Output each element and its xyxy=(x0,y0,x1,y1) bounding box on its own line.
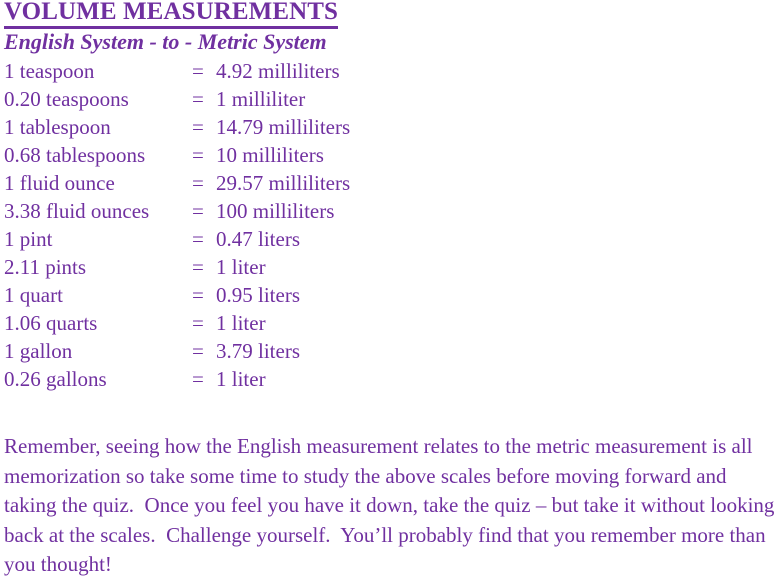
equals-cell: = xyxy=(192,143,204,167)
english-unit-cell: 1 tablespoon xyxy=(4,115,111,139)
volume-measurements-page: VOLUME MEASUREMENTS English System - to … xyxy=(0,0,783,579)
metric-unit-cell: 1 liter xyxy=(216,367,266,391)
metric-unit-cell: 4.92 milliliters xyxy=(216,59,340,83)
metric-unit-cell: 100 milliliters xyxy=(216,199,335,223)
english-unit-cell: 1 quart xyxy=(4,283,63,307)
english-unit-cell: 1 gallon xyxy=(4,339,73,363)
metric-unit-cell: 10 milliliters xyxy=(216,143,324,167)
english-unit-cell: 1 fluid ounce xyxy=(4,171,115,195)
equals-cell: = xyxy=(192,367,204,391)
table-row: 0.26 gallons = 1 liter xyxy=(4,365,350,393)
conversion-table: 1 teaspoon = 4.92 milliliters 0.20 teasp… xyxy=(4,57,350,393)
english-unit-cell: 0.68 tablespoons xyxy=(4,143,146,167)
metric-unit-cell: 3.79 liters xyxy=(216,339,300,363)
table-row: 3.38 fluid ounces = 100 milliliters xyxy=(4,197,350,225)
title-block: VOLUME MEASUREMENTS xyxy=(4,0,339,29)
table-row: 2.11 pints = 1 liter xyxy=(4,253,350,281)
equals-cell: = xyxy=(192,199,204,223)
table-row: 1 quart = 0.95 liters xyxy=(4,281,350,309)
metric-unit-cell: 0.47 liters xyxy=(216,227,300,251)
english-unit-cell: 1 teaspoon xyxy=(4,59,95,83)
equals-cell: = xyxy=(192,227,204,251)
table-row: 1 gallon = 3.79 liters xyxy=(4,337,350,365)
closing-paragraph: Remember, seeing how the English measure… xyxy=(4,434,780,576)
equals-cell: = xyxy=(192,115,204,139)
english-unit-cell: 2.11 pints xyxy=(4,255,87,279)
equals-cell: = xyxy=(192,87,204,111)
table-row: 0.20 teaspoons = 1 milliliter xyxy=(4,85,350,113)
equals-cell: = xyxy=(192,171,204,195)
english-unit-cell: 1 pint xyxy=(4,227,53,251)
table-row: 1 pint = 0.47 liters xyxy=(4,225,350,253)
page-title: VOLUME MEASUREMENTS xyxy=(4,0,339,29)
english-unit-cell: 0.26 gallons xyxy=(4,367,107,391)
equals-cell: = xyxy=(192,283,204,307)
metric-unit-cell: 1 liter xyxy=(216,311,266,335)
metric-unit-cell: 14.79 milliliters xyxy=(216,115,351,139)
equals-cell: = xyxy=(192,311,204,335)
metric-unit-cell: 1 milliliter xyxy=(216,87,306,111)
equals-cell: = xyxy=(192,59,204,83)
table-row: 1 fluid ounce = 29.57 milliliters xyxy=(4,169,350,197)
page-subtitle: English System - to - Metric System xyxy=(4,29,327,54)
english-unit-cell: 1.06 quarts xyxy=(4,311,98,335)
metric-unit-cell: 0.95 liters xyxy=(216,283,300,307)
table-row: 1 teaspoon = 4.92 milliliters xyxy=(4,57,350,85)
equals-cell: = xyxy=(192,255,204,279)
conversion-table-body: 1 teaspoon = 4.92 milliliters 0.20 teasp… xyxy=(4,57,350,393)
table-row: 1.06 quarts = 1 liter xyxy=(4,309,350,337)
table-row: 1 tablespoon = 14.79 milliliters xyxy=(4,113,350,141)
equals-cell: = xyxy=(192,339,204,363)
english-unit-cell: 3.38 fluid ounces xyxy=(4,199,150,223)
metric-unit-cell: 29.57 milliliters xyxy=(216,171,351,195)
table-row: 0.68 tablespoons = 10 milliliters xyxy=(4,141,350,169)
english-unit-cell: 0.20 teaspoons xyxy=(4,87,129,111)
metric-unit-cell: 1 liter xyxy=(216,255,266,279)
